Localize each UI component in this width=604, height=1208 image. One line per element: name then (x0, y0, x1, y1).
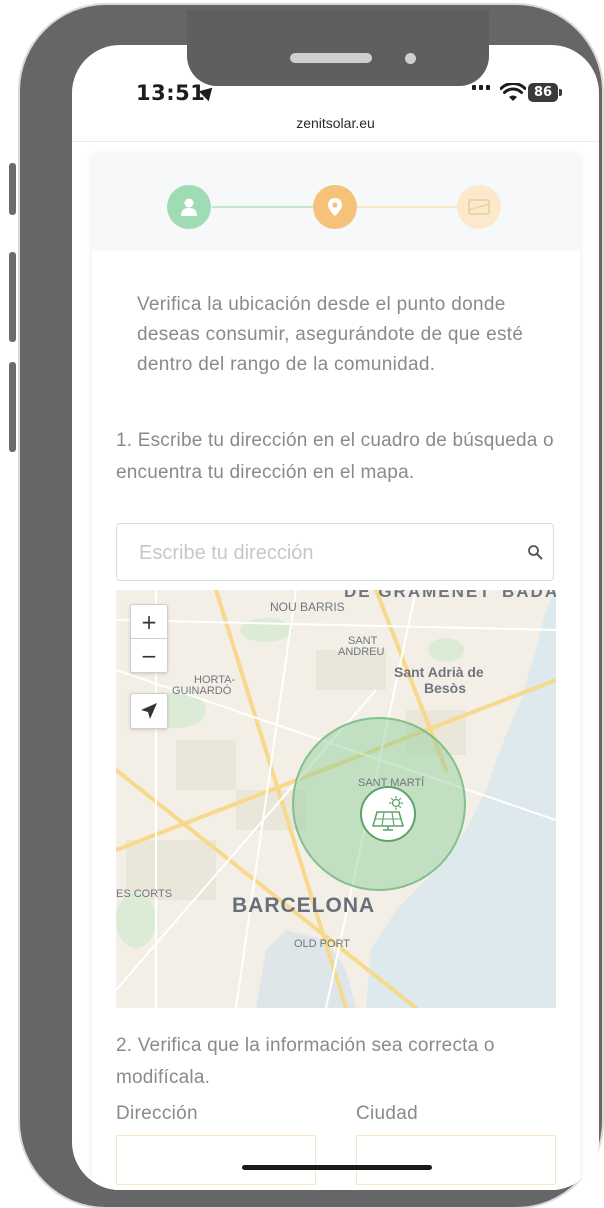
step2-instruction: 2. Verifica que la información sea corre… (116, 1035, 495, 1088)
status-time: 13:51 (136, 81, 206, 105)
map-label-old-port: OLD PORT (294, 938, 351, 950)
location-instructions: Verifica la ubicación desde el punto don… (137, 294, 524, 375)
home-indicator[interactable] (242, 1165, 432, 1170)
zoom-out-button[interactable]: − (131, 639, 167, 672)
city-input[interactable] (357, 1136, 559, 1186)
map-label-sant-andreu-2: ANDREU (338, 646, 385, 658)
map-label-les-corts: ES CORTS (116, 888, 173, 900)
map-label-horta-2: GUINARDÓ (172, 685, 232, 697)
volume-up-button (9, 252, 16, 342)
card-icon (468, 199, 490, 215)
step-payment[interactable] (457, 185, 501, 229)
mute-switch (9, 163, 16, 215)
solar-panel-icon (372, 796, 404, 831)
navigation-arrow-icon (141, 703, 157, 719)
cellular-signal-icon (472, 85, 490, 90)
user-icon (181, 198, 197, 216)
address-label: Dirección (116, 1103, 198, 1124)
solar-installation-marker[interactable] (360, 786, 416, 842)
map-label-santa-coloma: DE GRAMENET (344, 590, 492, 601)
map-label-barcelona: BARCELONA (232, 894, 376, 917)
battery-indicator: 86 (528, 83, 558, 102)
address-search-input[interactable] (137, 538, 511, 568)
map-label-sant-adria-2: Besòs (424, 680, 467, 696)
phone-notch (187, 10, 489, 86)
city-field[interactable] (356, 1135, 559, 1186)
map-label-nou-barris: NOU BARRIS (270, 600, 345, 614)
step-location[interactable] (313, 185, 357, 229)
volume-down-button (9, 362, 16, 452)
locate-me-button[interactable] (130, 693, 168, 729)
location-pin-icon (328, 198, 342, 216)
front-camera (405, 53, 416, 64)
phone-frame: 13:51 86 zenitsolar.eu Verifica la ubica… (20, 5, 602, 1207)
step-personal-data[interactable] (167, 185, 211, 229)
battery-tip (559, 89, 562, 96)
phone-screen: 13:51 86 zenitsolar.eu Verifica la ubica… (72, 45, 599, 1190)
address-field[interactable] (116, 1135, 319, 1186)
map-label-badalona: BADA (502, 590, 556, 601)
browser-url[interactable]: zenitsolar.eu (72, 115, 599, 131)
map-label-sant-adria-1: Sant Adrià de (394, 664, 484, 680)
community-map[interactable]: DE GRAMENET BADA NOU BARRIS SANT ANDREU … (116, 590, 556, 1008)
urlbar-divider (72, 141, 599, 142)
search-icon[interactable] (527, 544, 543, 560)
address-search-box[interactable] (116, 523, 554, 581)
map-zoom-controls: + − (130, 604, 168, 673)
step1-instruction: 1. Escribe tu dirección en el cuadro de … (116, 430, 554, 483)
city-label: Ciudad (356, 1103, 419, 1124)
wifi-icon (500, 83, 526, 101)
notch-speaker (290, 53, 372, 63)
zoom-in-button[interactable]: + (131, 605, 167, 639)
address-input[interactable] (117, 1136, 319, 1186)
